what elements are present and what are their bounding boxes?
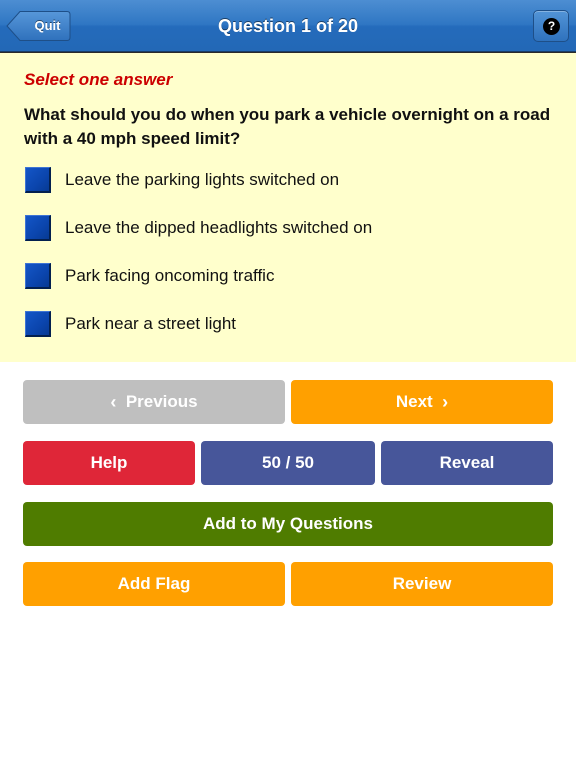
answer-checkbox[interactable] [25, 167, 51, 193]
answer-option[interactable]: Park facing oncoming traffic [24, 261, 544, 291]
answer-label: Park facing oncoming traffic [65, 266, 275, 285]
question-mark-icon: ? [543, 18, 560, 35]
help-nav-button[interactable]: ? [533, 10, 569, 42]
answer-checkbox[interactable] [25, 311, 51, 337]
reveal-button[interactable]: Reveal [381, 441, 553, 485]
quit-label: Quit [34, 18, 61, 33]
answer-label: Park near a street light [65, 314, 237, 333]
answer-option[interactable]: Park near a street light [24, 309, 544, 339]
instruction-text: Select one answer [24, 70, 173, 89]
answer-option[interactable]: Leave the dipped headlights switched on [24, 213, 544, 243]
chevron-left-icon: ‹ [110, 392, 117, 412]
help-button[interactable]: Help [23, 441, 195, 485]
add-to-my-questions-button[interactable]: Add to My Questions [23, 502, 553, 546]
add-flag-button[interactable]: Add Flag [23, 562, 285, 606]
next-label: Next [395, 392, 433, 411]
question-text: What should you do when you park a vehic… [24, 105, 551, 148]
navigation-bar: Question 1 of 20 Quit ? [0, 0, 576, 52]
question-panel: Select one answer What should you do whe… [0, 53, 576, 362]
answer-checkbox[interactable] [25, 263, 51, 289]
previous-label: Previous [125, 392, 198, 411]
review-button[interactable]: Review [291, 562, 553, 606]
answer-label: Leave the parking lights switched on [65, 170, 340, 189]
chevron-right-icon: › [442, 392, 449, 412]
fifty-fifty-button[interactable]: 50 / 50 [201, 441, 375, 485]
previous-button[interactable]: ‹ Previous [23, 380, 285, 424]
answer-option[interactable]: Leave the parking lights switched on [24, 165, 544, 195]
next-button[interactable]: Next › [291, 380, 553, 424]
answer-checkbox[interactable] [25, 215, 51, 241]
page-title: Question 1 of 20 [217, 16, 359, 36]
quit-button[interactable]: Quit [6, 10, 71, 42]
answer-label: Leave the dipped headlights switched on [65, 218, 373, 237]
